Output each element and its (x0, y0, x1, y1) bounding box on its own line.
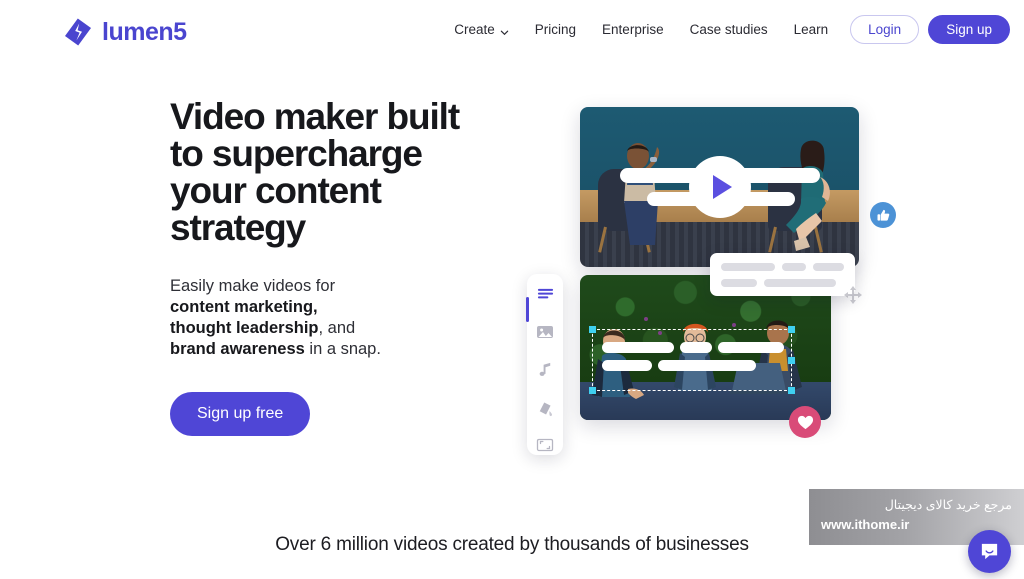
nav-item-case-studies[interactable]: Case studies (677, 16, 781, 43)
play-overlay[interactable] (615, 154, 825, 220)
video-preview-interview[interactable] (580, 107, 859, 267)
subcopy-bold-3: brand awareness (170, 340, 305, 359)
hero-copy: Video maker built to supercharge your co… (170, 96, 500, 437)
editor-toolbar (526, 274, 563, 455)
watermark-url: www.ithome.ir (821, 516, 910, 532)
main-navigation: Create Pricing Enterprise Case studies L… (441, 15, 1010, 44)
berry-decor (644, 317, 648, 321)
toolbar-item-text[interactable] (526, 285, 555, 322)
nav-item-learn[interactable]: Learn (781, 16, 842, 43)
chat-bubble-icon (981, 543, 998, 560)
caption-bar (602, 342, 674, 353)
nav-item-create[interactable]: Create (441, 16, 522, 43)
chevron-down-icon (500, 25, 509, 36)
site-header: lumen5 Create Pricing Enterprise Case st… (0, 0, 1024, 62)
toolbar-item-brand[interactable] (535, 398, 555, 418)
subcopy-mid: , and (318, 319, 356, 338)
landing-page: lumen5 Create Pricing Enterprise Case st… (0, 0, 1024, 579)
text-lines-icon (537, 289, 553, 299)
caption-bar (602, 360, 652, 371)
placeholder-bar (721, 279, 757, 287)
music-note-icon (539, 363, 550, 377)
active-indicator (526, 297, 529, 322)
subcopy-tail: in a snap. (304, 340, 381, 359)
resize-handle-e[interactable] (788, 356, 795, 364)
resize-handle-nw[interactable] (589, 326, 596, 333)
signup-button[interactable]: Sign up (928, 15, 1010, 44)
thumbs-up-badge[interactable] (870, 202, 896, 228)
chat-widget-button[interactable] (968, 530, 1011, 573)
placeholder-bar (764, 279, 836, 287)
play-button[interactable] (688, 156, 751, 218)
lumen5-diamond-logo-icon (63, 17, 93, 47)
placeholder-bar (721, 263, 775, 271)
move-arrows-icon[interactable] (843, 285, 863, 305)
hero-visual (515, 95, 925, 475)
caption-bar (718, 342, 784, 353)
nav-label: Create (454, 22, 495, 37)
image-icon (537, 326, 553, 339)
placeholder-row (721, 279, 844, 287)
nav-label: Pricing (534, 22, 577, 37)
brand-logo[interactable]: lumen5 (63, 17, 187, 47)
hero-subcopy: Easily make videos for content marketing… (170, 276, 500, 360)
toolbar-item-media[interactable] (535, 323, 555, 343)
nav-item-pricing[interactable]: Pricing (522, 16, 589, 43)
crop-frame-icon (536, 439, 554, 452)
caption-bar (658, 360, 756, 371)
resize-handle-se[interactable] (788, 387, 795, 394)
berry-decor (732, 323, 736, 327)
nav-item-enterprise[interactable]: Enterprise (589, 16, 677, 43)
paint-bucket-icon (539, 402, 552, 416)
heart-icon (797, 415, 813, 429)
heart-badge[interactable] (789, 406, 821, 438)
play-triangle-icon (712, 175, 732, 199)
caption-bar (680, 342, 712, 353)
placeholder-row (721, 263, 844, 271)
subcopy-line-1: Easily make videos for (170, 277, 336, 295)
placeholder-bar (812, 263, 844, 271)
video-preview-outdoor-meeting[interactable] (580, 275, 831, 420)
login-button[interactable]: Login (850, 15, 920, 44)
brand-name: lumen5 (102, 17, 187, 46)
subcopy-bold-1: content marketing, (170, 298, 318, 317)
nav-label: Enterprise (602, 22, 664, 37)
signup-free-button[interactable]: Sign up free (170, 392, 311, 437)
toolbar-item-audio[interactable] (535, 360, 555, 380)
resize-handle-ne[interactable] (788, 326, 795, 333)
thumbs-up-icon (877, 209, 889, 221)
watermark-text-fa: مرجع خرید کالای دیجیتال (884, 498, 1012, 512)
placeholder-bar (781, 263, 806, 271)
nav-label: Case studies (689, 22, 768, 37)
page-title: Video maker built to supercharge your co… (170, 96, 460, 248)
resize-handle-sw[interactable] (589, 387, 596, 394)
nav-label: Learn (793, 22, 829, 37)
toolbar-item-format[interactable] (535, 435, 555, 455)
subcopy-bold-2: thought leadership (170, 319, 319, 338)
text-properties-panel[interactable] (710, 253, 855, 296)
